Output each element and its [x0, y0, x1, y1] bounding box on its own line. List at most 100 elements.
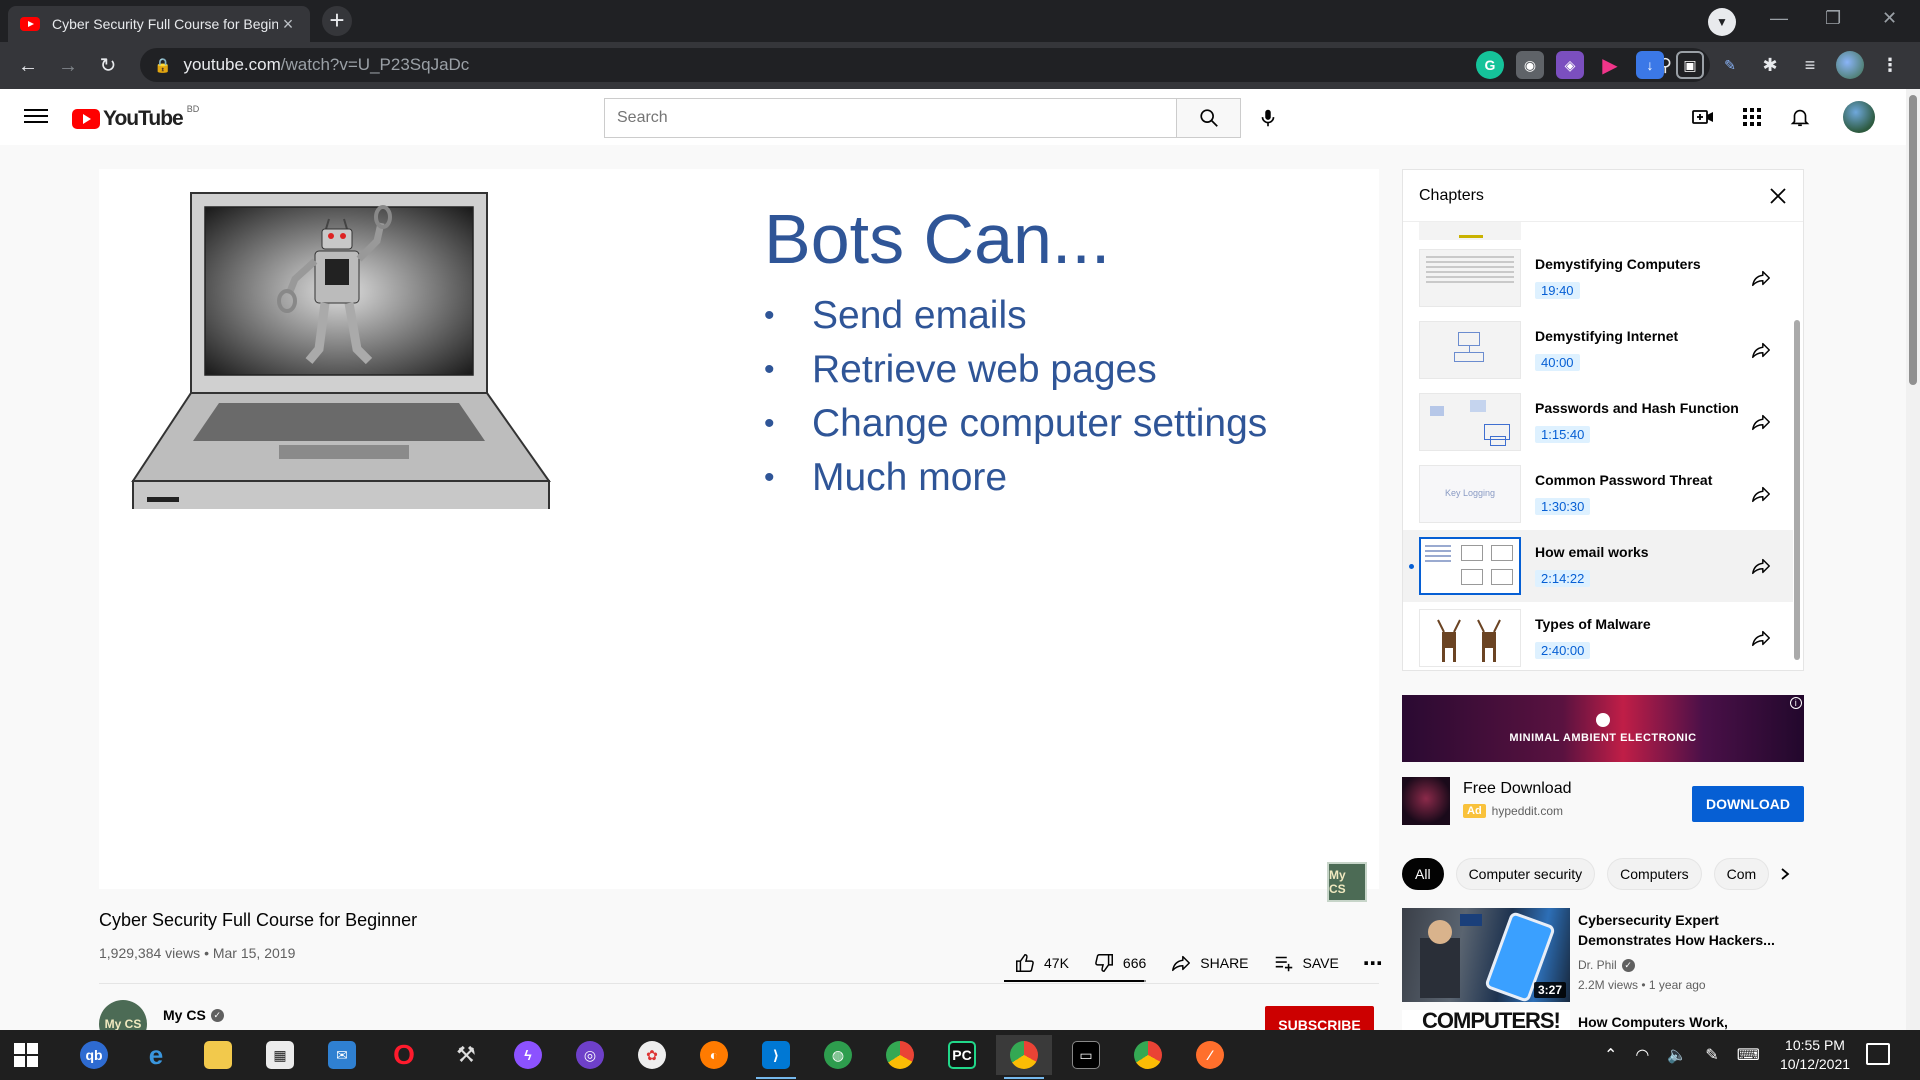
taskbar-inkscape[interactable]: ⚒ [438, 1035, 494, 1075]
related-channel[interactable]: Dr. Phil ✓ [1578, 958, 1635, 972]
taskbar-mail[interactable]: ✉ [314, 1035, 370, 1075]
chapters-scrollbar[interactable] [1794, 320, 1800, 660]
tab-search-icon[interactable]: ▼ [1708, 8, 1736, 36]
taskbar-pycharm[interactable]: PC [934, 1035, 990, 1075]
pen-extension-icon[interactable]: ✎ [1716, 51, 1744, 79]
taskbar-chrome-profile[interactable] [1120, 1035, 1176, 1075]
lock-icon[interactable]: 🔒 [154, 57, 171, 74]
chapter-share-button[interactable] [1741, 339, 1781, 361]
taskbar-vscode[interactable]: ⟩ [748, 1035, 804, 1079]
guide-menu-icon[interactable] [24, 105, 48, 125]
start-windows-icon[interactable] [14, 1043, 38, 1067]
taskbar-store[interactable]: ▦ [252, 1035, 308, 1075]
apps-button[interactable] [1740, 105, 1764, 129]
notifications-button[interactable] [1788, 105, 1812, 129]
volume-icon[interactable]: 🔈 [1667, 1045, 1687, 1065]
save-button[interactable]: SAVE [1261, 945, 1351, 981]
chapter-timestamp[interactable]: 1:15:40 [1535, 426, 1591, 443]
create-video-button[interactable] [1691, 105, 1715, 129]
related-video[interactable]: 3:27 Cybersecurity Expert Demonstrates H… [1402, 908, 1804, 1002]
chip-all[interactable]: All [1402, 858, 1444, 890]
back-icon[interactable]: ← [14, 52, 42, 80]
related-title[interactable]: Cybersecurity Expert Demonstrates How Ha… [1578, 910, 1788, 950]
search-input[interactable] [617, 109, 1176, 127]
like-button[interactable]: 47K [1002, 945, 1081, 981]
chapter-item-current[interactable]: How email works 2:14:22 [1403, 530, 1793, 602]
more-actions-button[interactable]: ⋯ [1351, 945, 1396, 981]
close-window-icon[interactable]: ✕ [1882, 8, 1897, 29]
grammarly-extension-icon[interactable]: G [1476, 51, 1504, 79]
chapter-item[interactable]: Demystifying Internet 40:00 [1403, 314, 1793, 386]
chapter-timestamp[interactable]: 40:00 [1535, 354, 1580, 371]
tab-close-icon[interactable]: × [278, 14, 298, 35]
camera-extension-icon[interactable]: ◉ [1516, 51, 1544, 79]
chapter-timestamp[interactable]: 2:40:00 [1535, 642, 1591, 659]
youtube-logo[interactable]: YouTube BD [72, 104, 199, 131]
ad-banner[interactable]: MINIMAL AMBIENT ELECTRONIC i [1402, 695, 1804, 762]
chapter-item-partial[interactable] [1403, 222, 1793, 242]
wifi-icon[interactable]: ◠ [1635, 1045, 1649, 1065]
channel-name[interactable]: My CS ✓ [163, 1007, 224, 1023]
chapter-share-button[interactable] [1741, 555, 1781, 577]
taskbar-terminal[interactable]: ▭ [1058, 1035, 1114, 1075]
account-avatar[interactable] [1843, 101, 1875, 133]
related-video[interactable]: COMPUTERS! How Computers Work, [1402, 1010, 1804, 1030]
pen-workspace-icon[interactable]: ✎ [1705, 1045, 1718, 1065]
taskbar-messenger[interactable]: ϟ [500, 1035, 556, 1075]
chapter-share-button[interactable] [1741, 267, 1781, 289]
chapter-item[interactable]: Types of Malware 2:40:00 [1403, 602, 1793, 670]
browser-tab[interactable]: Cyber Security Full Course for Beginner … [8, 6, 310, 42]
chapter-share-button[interactable] [1741, 411, 1781, 433]
voice-search-button[interactable] [1248, 98, 1288, 138]
taskbar-earth[interactable]: ◍ [810, 1035, 866, 1075]
chip-computer-security[interactable]: Computer security [1455, 858, 1596, 890]
chip-partial[interactable]: Com [1713, 858, 1770, 890]
taskbar-opera[interactable]: O [376, 1035, 432, 1075]
page-scrollbar[interactable] [1906, 89, 1920, 1030]
taskbar-chrome-active[interactable] [996, 1035, 1052, 1079]
ad-thumbnail[interactable] [1402, 777, 1450, 825]
taskbar-app-orange[interactable]: ⁄ [1182, 1035, 1238, 1075]
close-icon[interactable] [1769, 187, 1787, 205]
search-button[interactable] [1177, 98, 1241, 138]
chapter-timestamp[interactable]: 19:40 [1535, 282, 1580, 299]
taskbar-qbittorrent[interactable]: qb [66, 1035, 122, 1075]
chip-computers[interactable]: Computers [1607, 858, 1702, 890]
new-tab-button[interactable]: + [322, 6, 352, 36]
download-extension-icon[interactable]: ↓ [1636, 51, 1664, 79]
dislike-button[interactable]: 666 [1081, 945, 1158, 981]
taskbar-paint[interactable]: ✿ [624, 1035, 680, 1075]
ad-title[interactable]: Free Download [1463, 780, 1572, 798]
action-center-icon[interactable] [1866, 1043, 1890, 1065]
chips-next-button[interactable] [1770, 859, 1800, 889]
page-scrollbar-thumb[interactable] [1909, 95, 1917, 385]
channel-watermark[interactable]: My CS [1327, 862, 1367, 902]
reload-icon[interactable]: ↻ [94, 52, 122, 80]
chapter-item[interactable]: Demystifying Computers 19:40 [1403, 242, 1793, 314]
ad-info-icon[interactable]: i [1790, 697, 1802, 709]
minimize-icon[interactable]: — [1770, 8, 1788, 29]
video-player[interactable]: Bots Can... • Send emails • Retrieve web p… [99, 169, 1379, 902]
chapter-item[interactable]: Passwords and Hash Function 1:15:40 [1403, 386, 1793, 458]
shield-extension-icon[interactable]: ◈ [1556, 51, 1584, 79]
chapter-timestamp[interactable]: 1:30:30 [1535, 498, 1591, 515]
restore-icon[interactable]: ❐ [1825, 8, 1841, 29]
ad-download-button[interactable]: DOWNLOAD [1692, 786, 1804, 822]
taskbar-edge[interactable]: e [128, 1035, 184, 1075]
forward-icon[interactable]: → [54, 52, 82, 80]
keyboard-icon[interactable]: ⌨ [1737, 1045, 1760, 1065]
taskbar-clock[interactable]: 10:55 PM 10/12/2021 [1772, 1036, 1858, 1074]
taskbar-github[interactable]: ◎ [562, 1035, 618, 1075]
chrome-menu-icon[interactable]: ⋮ [1876, 51, 1904, 79]
related-thumbnail[interactable]: 3:27 [1402, 908, 1570, 1002]
extensions-puzzle-icon[interactable]: ✱ [1756, 51, 1784, 79]
taskbar-firefox[interactable]: ◐ [686, 1035, 742, 1075]
chapter-share-button[interactable] [1741, 483, 1781, 505]
share-button[interactable]: SHARE [1158, 945, 1260, 981]
chrome-profile-avatar[interactable] [1836, 51, 1864, 79]
related-thumbnail[interactable]: COMPUTERS! [1402, 1010, 1570, 1030]
address-bar[interactable]: 🔒 youtube.com/watch?v=U_P23SqJaDc ⤓ ⚲ ☆ [140, 48, 1710, 82]
tray-chevron-up-icon[interactable]: ⌃ [1604, 1045, 1617, 1065]
chapter-timestamp[interactable]: 2:14:22 [1535, 570, 1591, 587]
chapter-item[interactable]: Key Logging Common Password Threat 1:30:… [1403, 458, 1793, 530]
